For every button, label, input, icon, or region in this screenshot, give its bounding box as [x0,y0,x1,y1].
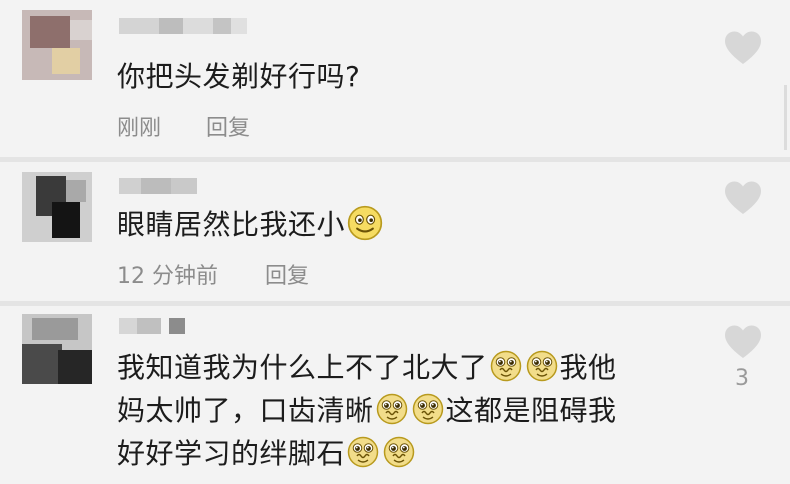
pleading-emoji [526,350,558,382]
smile-emoji [347,205,383,241]
comment-text: 你把头发剃好行吗? [117,60,361,93]
comment-text: 我知道我为什么上不了北大了 我他 妈太帅了，口齿清晰 这都是阻碍我 好好学习的绊脚石 [117,346,617,475]
comment-line: 我知道我为什么上不了北大了 我他 [117,346,617,389]
pleading-emoji [383,436,415,468]
heart-outline-icon[interactable] [723,30,763,66]
like-count: 3 [735,366,749,391]
pleading-emoji [412,393,444,425]
comment-item: 眼睛居然比我还小 12 分钟前 回复 [0,162,790,302]
comment-line: 好好学习的绊脚石 [117,432,617,475]
pleading-emoji [490,350,522,382]
avatar[interactable] [22,10,92,80]
comment-time: 12 分钟前 [117,264,218,289]
avatar[interactable] [22,314,92,384]
comment-text-content: 眼睛居然比我还小 [117,208,346,241]
heart-outline-icon[interactable] [723,324,763,360]
comment-text-part: 这都是阻碍我 [445,394,617,427]
username-blurred[interactable] [119,178,199,194]
comment-item: 你把头发剃好行吗? 刚刚 回复 [0,0,790,158]
comment-text-part: 我他 [559,351,617,384]
heart-outline-icon[interactable] [723,180,763,216]
comment-text-part: 我知道我为什么上不了北大了 [117,351,488,384]
comment-text-part: 妈太帅了，口齿清晰 [117,394,374,427]
username-blurred[interactable] [119,18,249,34]
pleading-emoji [376,393,408,425]
reply-button[interactable]: 回复 [206,110,250,142]
reply-button[interactable]: 回复 [265,258,309,290]
username-blurred[interactable] [119,318,189,334]
pleading-emoji [347,436,379,468]
avatar[interactable] [22,172,92,242]
comment-line: 妈太帅了，口齿清晰 这都是阻碍我 [117,389,617,432]
comment-item: 我知道我为什么上不了北大了 我他 妈太帅了，口齿清晰 这都是阻碍我 好好学习的绊脚石… [0,306,790,484]
comment-text-part: 好好学习的绊脚石 [117,437,346,470]
comment-text: 眼睛居然比我还小 [117,204,385,245]
comment-time: 刚刚 [117,116,162,141]
scroll-edge [784,85,787,150]
